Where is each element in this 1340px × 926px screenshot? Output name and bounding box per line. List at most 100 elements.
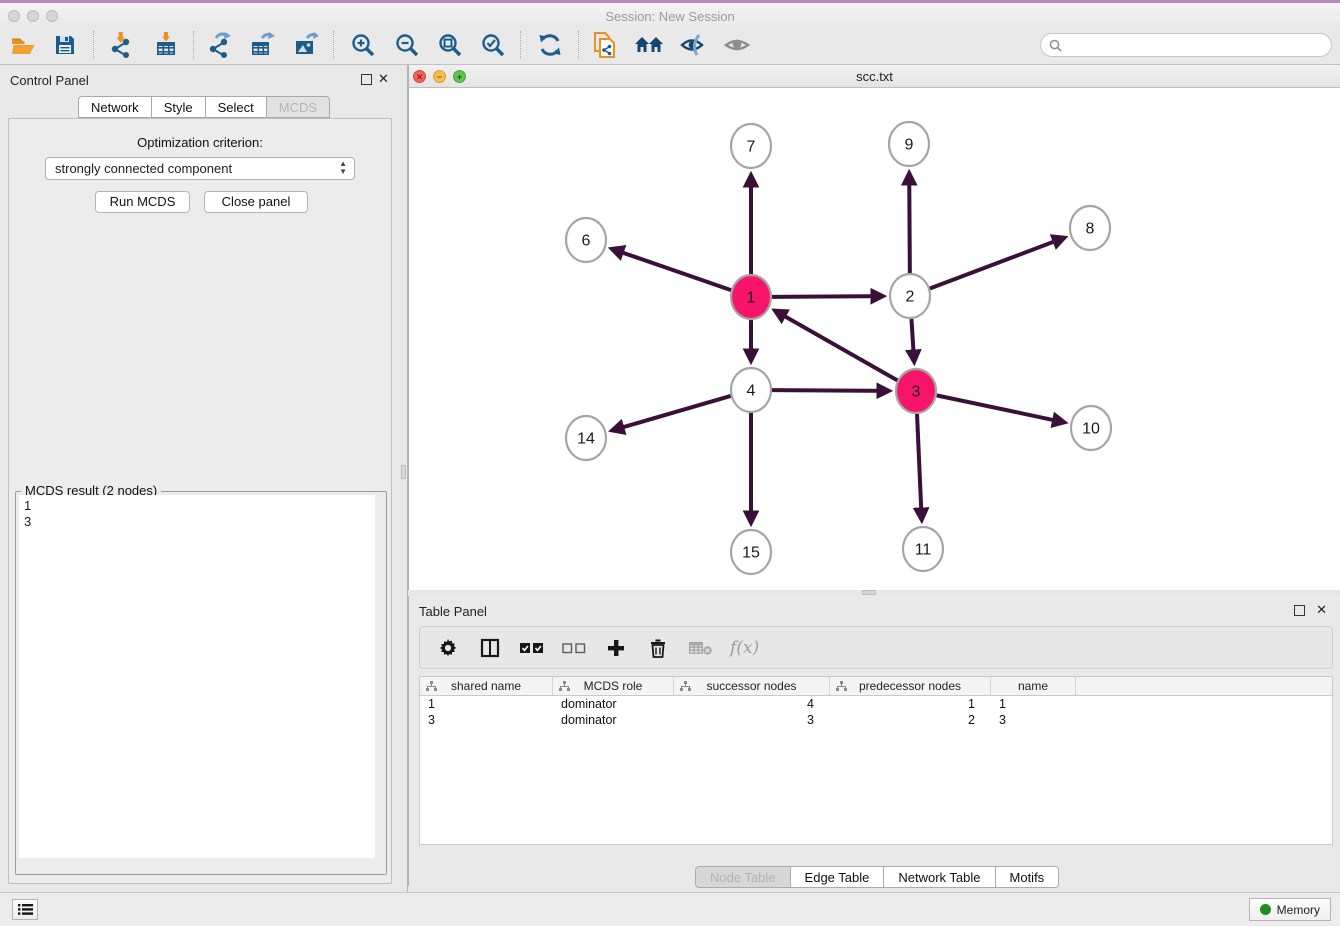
search-input[interactable] <box>1067 38 1323 52</box>
table-cell[interactable]: 2 <box>830 712 991 728</box>
export-image-icon[interactable] <box>287 29 325 61</box>
criterion-dropdown[interactable]: strongly connected component ▲▼ <box>45 157 355 180</box>
column-label: MCDS role <box>584 679 643 693</box>
import-table-icon[interactable] <box>147 29 185 61</box>
table-cell[interactable]: 1 <box>420 696 553 712</box>
tab-edge-table[interactable]: Edge Table <box>790 866 884 888</box>
show-panels-button[interactable] <box>12 899 38 920</box>
result-scrollbar[interactable] <box>375 495 383 858</box>
graph-node-label-8: 8 <box>1086 221 1095 238</box>
run-mcds-button[interactable]: Run MCDS <box>95 191 190 213</box>
hide-graphics-details-icon[interactable] <box>674 29 712 61</box>
horizontal-splitter-handle[interactable] <box>862 590 876 595</box>
tab-motifs[interactable]: Motifs <box>995 866 1060 888</box>
tab-mcds[interactable]: MCDS <box>266 96 330 118</box>
criterion-value: strongly connected component <box>55 161 232 176</box>
select-all-checkboxes-icon[interactable] <box>520 636 544 660</box>
zoom-fit-icon[interactable] <box>431 29 469 61</box>
close-panel-icon[interactable]: ✕ <box>378 72 389 86</box>
column-header-successor-nodes[interactable]: successor nodes <box>674 677 830 695</box>
control-panel: Control Panel ✕ Network Style Select MCD… <box>0 65 400 892</box>
zoom-in-icon[interactable] <box>344 29 382 61</box>
toolbar-separator <box>520 31 521 59</box>
table-panel-header: Table Panel ✕ <box>409 596 1340 626</box>
open-session-icon[interactable] <box>5 29 43 61</box>
graph-edge-4-3[interactable] <box>772 390 889 391</box>
table-cell[interactable]: 1 <box>991 696 1076 712</box>
table-cell[interactable]: dominator <box>553 712 674 728</box>
vertical-splitter-handle[interactable] <box>401 465 406 479</box>
graph-edge-2-8[interactable] <box>930 238 1065 289</box>
graph-node-label-6: 6 <box>582 233 591 250</box>
tab-network-table[interactable]: Network Table <box>883 866 994 888</box>
delete-column-icon[interactable] <box>646 636 670 660</box>
tab-node-table[interactable]: Node Table <box>695 866 790 888</box>
column-header-predecessor-nodes[interactable]: predecessor nodes <box>830 677 991 695</box>
tab-network[interactable]: Network <box>78 96 151 118</box>
graph-edge-4-14[interactable] <box>612 396 731 431</box>
table-cell[interactable]: 1 <box>830 696 991 712</box>
function-builder-icon: f(x) <box>730 638 759 658</box>
table-tabs: Node Table Edge Table Network Table Moti… <box>695 866 1059 888</box>
graph-node-label-15: 15 <box>742 545 760 562</box>
node-table: shared name MCDS role successor nodes prede… <box>419 676 1333 845</box>
add-column-icon[interactable] <box>604 636 628 660</box>
graph-edge-1-6[interactable] <box>612 249 731 290</box>
export-table-icon[interactable] <box>243 29 281 61</box>
float-table-panel-icon[interactable] <box>1294 605 1305 616</box>
table-header-row: shared name MCDS role successor nodes prede… <box>420 677 1332 696</box>
column-header-shared-name[interactable]: shared name <box>420 677 553 695</box>
delete-table-icon <box>688 636 712 660</box>
optimization-criterion-label: Optimization criterion: <box>9 135 391 150</box>
list-icon <box>18 903 33 916</box>
mcds-result-text[interactable]: 1 3 <box>19 495 383 858</box>
network-canvas[interactable]: 7968124314101511 <box>409 88 1340 590</box>
table-cell[interactable]: dominator <box>553 696 674 712</box>
table-cell[interactable]: 4 <box>674 696 830 712</box>
column-label: successor nodes <box>706 679 796 693</box>
close-table-panel-icon[interactable]: ✕ <box>1316 603 1327 617</box>
graph-edge-2-3[interactable] <box>911 319 914 362</box>
graph-node-label-14: 14 <box>577 431 595 448</box>
settings-gear-icon[interactable] <box>436 636 460 660</box>
graph-node-label-9: 9 <box>905 137 914 154</box>
import-network-icon[interactable] <box>102 29 140 61</box>
export-network-icon[interactable] <box>200 29 238 61</box>
home-views-icon[interactable] <box>630 29 668 61</box>
float-panel-icon[interactable] <box>361 74 372 85</box>
clone-network-icon[interactable] <box>586 29 624 61</box>
tab-select[interactable]: Select <box>205 96 266 118</box>
column-header-name[interactable]: name <box>991 677 1076 695</box>
memory-button[interactable]: Memory <box>1249 898 1331 921</box>
application-window: Session: New Session <box>0 0 1340 926</box>
zoom-selected-icon[interactable] <box>474 29 512 61</box>
column-label: predecessor nodes <box>859 679 961 693</box>
show-graphics-details-icon[interactable] <box>718 29 756 61</box>
table-cell[interactable]: 3 <box>674 712 830 728</box>
refresh-layout-icon[interactable] <box>531 29 569 61</box>
split-columns-icon[interactable] <box>478 636 502 660</box>
toolbar-separator <box>193 31 194 59</box>
graph-edge-1-2[interactable] <box>772 296 883 297</box>
graph-node-label-2: 2 <box>906 289 915 306</box>
column-header-MCDS-role[interactable]: MCDS role <box>553 677 674 695</box>
network-view-window: ✕ − + scc.txt 7968124314101511 <box>408 65 1340 590</box>
graph-edge-3-1[interactable] <box>775 311 898 381</box>
graph-edge-2-9[interactable] <box>909 173 910 273</box>
table-cell[interactable]: 3 <box>420 712 553 728</box>
toolbar-separator <box>578 31 579 59</box>
column-label: name <box>1018 679 1048 693</box>
tab-style[interactable]: Style <box>151 96 205 118</box>
zoom-out-icon[interactable] <box>388 29 426 61</box>
table-row[interactable]: 1dominator411 <box>420 696 1332 712</box>
table-cell[interactable]: 3 <box>991 712 1076 728</box>
vertical-splitter[interactable] <box>400 65 408 892</box>
graph-edge-3-10[interactable] <box>937 395 1065 422</box>
close-panel-button[interactable]: Close panel <box>204 191 308 213</box>
save-session-icon[interactable] <box>46 29 84 61</box>
table-row[interactable]: 3dominator323 <box>420 712 1332 728</box>
graph-node-label-10: 10 <box>1082 421 1100 438</box>
deselect-all-checkboxes-icon[interactable] <box>562 636 586 660</box>
graph-edge-3-11[interactable] <box>917 414 922 520</box>
main-toolbar <box>0 26 1340 65</box>
